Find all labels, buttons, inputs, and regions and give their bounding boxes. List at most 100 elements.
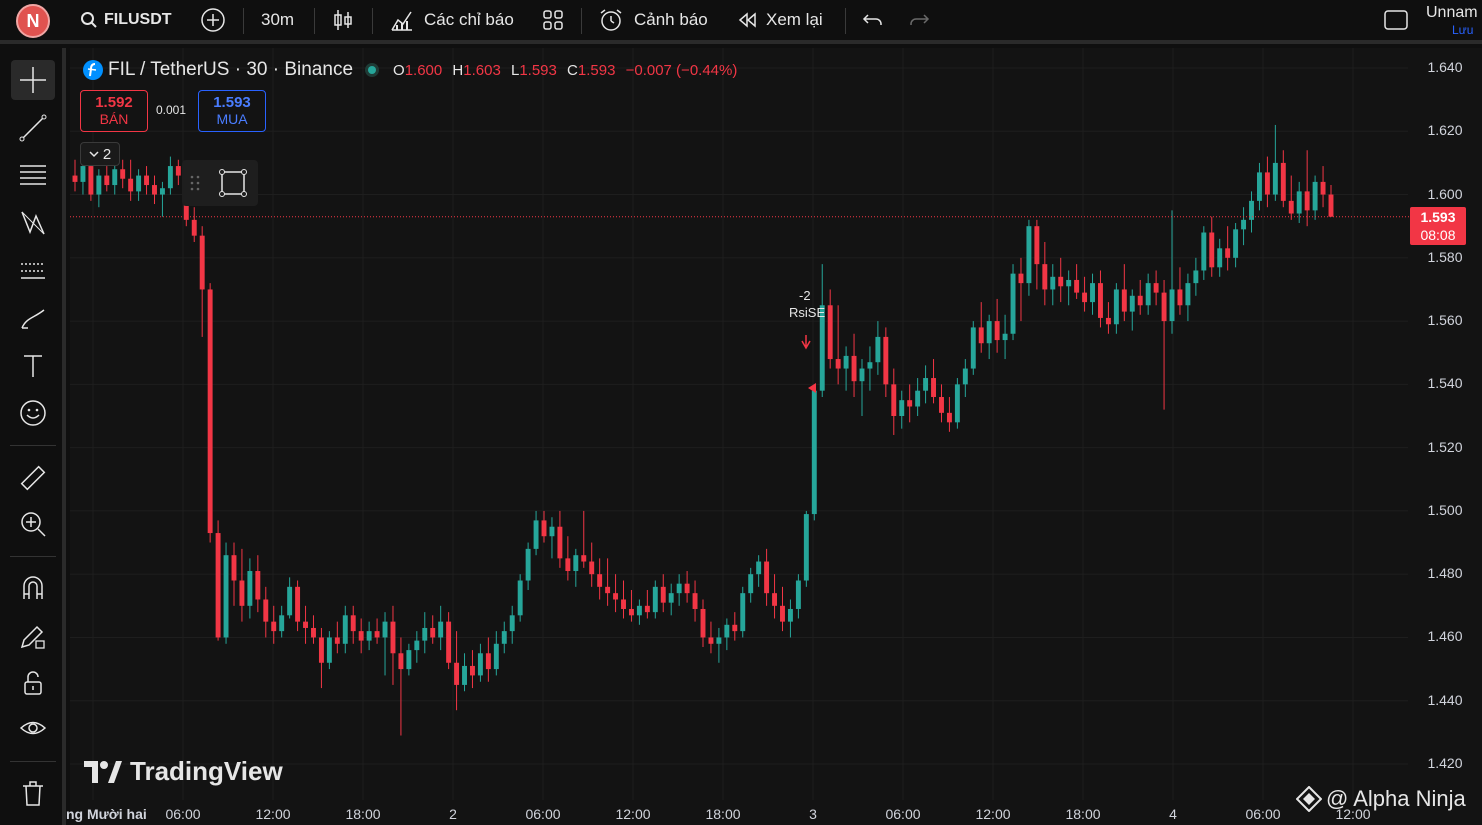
candle-body [167,166,173,189]
candle-body [1034,226,1040,265]
candle-body [1185,283,1191,306]
candle-body [1026,226,1032,284]
candle-body [827,305,833,360]
candle-body [1105,317,1111,325]
tradingview-logo-icon [84,760,122,783]
candle-body [462,665,467,685]
candle-body [636,605,642,616]
candle-body [939,397,944,413]
candle-body [621,599,626,609]
candle-body [485,653,491,670]
price-axis-label: 1.460 [1427,628,1463,645]
candle-body [1225,248,1231,258]
candle-body [191,219,197,236]
time-axis-label: 12:00 [255,806,291,822]
buy-button[interactable]: 1.593 MUA [198,90,266,132]
candle-body [597,574,603,587]
signal-count: -2 [799,288,811,303]
market-status-icon[interactable] [365,63,380,77]
candle-body [1058,276,1064,287]
candle-body [1161,292,1167,322]
candle-body [1320,181,1326,195]
bar-countdown: 08:08 [1420,227,1456,243]
candle-body [573,555,579,572]
candle-body [104,175,110,186]
price-axis-label: 1.600 [1427,185,1463,202]
ohlc-values: O1.600 H1.603 L1.593 C1.593 −0.007 (−0.4… [393,62,737,79]
candle-body [279,615,285,632]
candle-body [1241,219,1247,230]
candle-body [962,368,968,385]
high-value: 1.603 [463,61,501,79]
candle-body [446,621,452,663]
candle-body [525,548,531,581]
watermark-text: TradingView [130,756,283,786]
open-key: O [393,61,405,79]
candle-body [96,175,102,195]
time-axis-label: 18:00 [1065,806,1101,822]
floating-toolbar [182,160,258,206]
candle-body [430,627,436,638]
candle-body [128,178,134,192]
candle-body [1098,283,1103,318]
candle-body [740,593,746,632]
candle-body [120,169,126,179]
signal-arrow-down [801,335,811,350]
candle-body [287,586,293,616]
time-axis-label: 12:00 [615,806,651,822]
candle-body [1264,172,1270,195]
candle-body [223,555,229,638]
price-axis-label: 1.640 [1427,59,1463,75]
candle-body [613,593,619,600]
candle-body [1042,264,1048,290]
time-axis-label: 2 [449,806,457,822]
candle-body [780,605,785,622]
select-rectangle-icon[interactable] [218,168,248,198]
candle-body [700,608,706,638]
candle-body [787,608,793,622]
candle-body [851,355,857,382]
candle-body [509,615,515,632]
indicator-collapse-button[interactable]: 2 [80,142,120,166]
candle-body [756,561,762,575]
price-axis-label: 1.540 [1427,375,1463,392]
candle-body [414,640,420,651]
close-key: C [567,61,578,79]
candle-body [589,561,595,575]
time-axis-label: 06:00 [165,806,201,822]
price-axis-label: 1.520 [1427,438,1463,455]
price-axis-label: 1.480 [1427,565,1463,582]
candle-body [605,586,611,594]
candle-body [843,355,849,369]
candle-body [1177,289,1183,306]
last-price-tag: 1.593 08:08 [1410,207,1466,245]
candle-body [207,289,213,534]
time-axis-label: ng Mười hai [66,806,147,822]
candle-body [366,631,372,641]
candle-body [1153,283,1159,293]
price-axis-label: 1.420 [1427,755,1463,771]
indicator-count: 2 [102,145,112,163]
candle-body [382,621,388,638]
candle-body [255,571,261,600]
sell-button[interactable]: 1.592 BÁN [80,90,148,132]
candle-body [80,166,86,182]
candle-body [644,605,650,613]
candle-body [565,558,571,572]
candle-body [72,175,78,182]
candle-body [112,169,118,186]
candle-body [1074,279,1080,293]
candle-body [581,555,587,562]
candle-body [438,621,444,638]
candle-body [215,533,221,638]
symbol-legend[interactable]: FIL / TetherUS · 30 · Binance O1.600 H1.… [82,58,737,82]
drag-handle-icon[interactable] [190,174,200,192]
price-axis-label: 1.580 [1427,248,1463,265]
candle-body [239,580,245,606]
candle-body [263,599,269,622]
candle-body [708,637,714,644]
candle-body [811,390,817,515]
signal-label: RsiSE [789,305,826,320]
credit-watermark: @ Alpha Ninja [1296,786,1466,812]
candle-body [875,336,881,363]
